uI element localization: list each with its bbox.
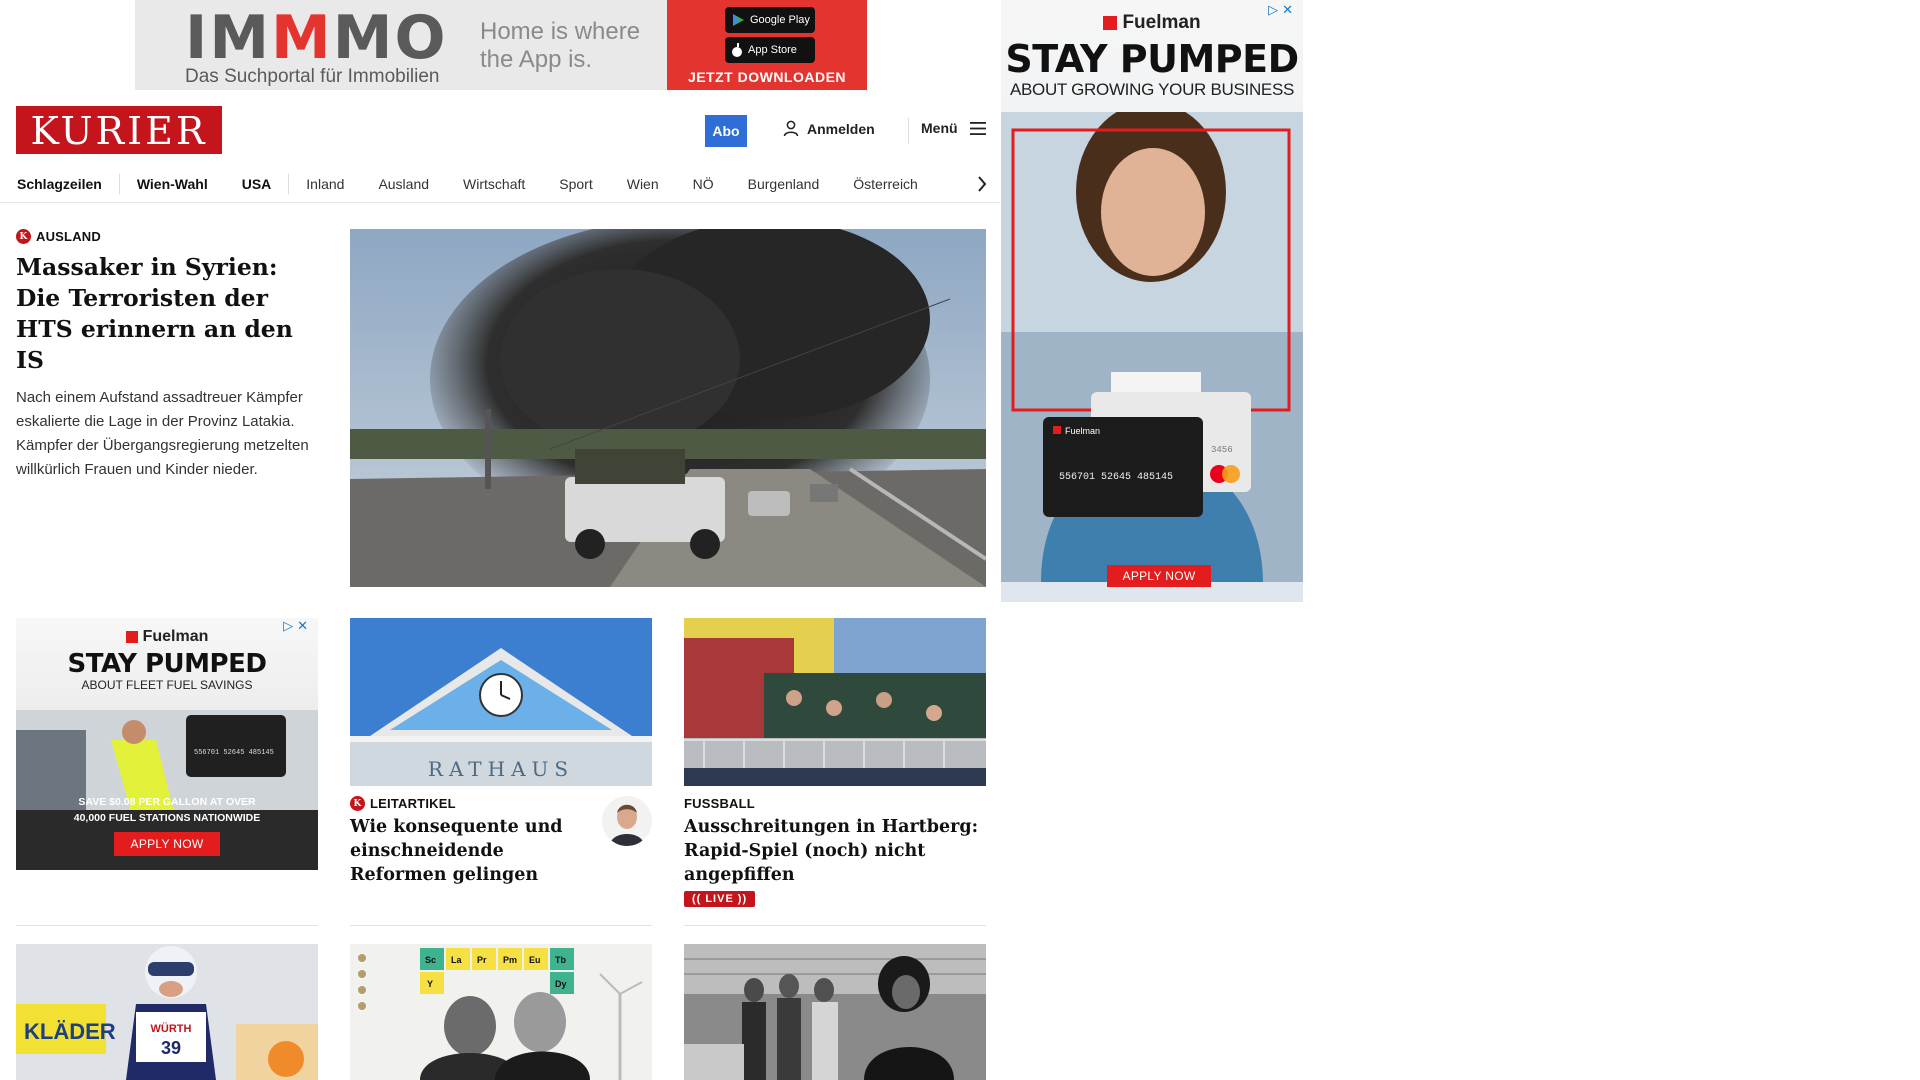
- svg-text:KLÄDER: KLÄDER: [24, 1019, 116, 1044]
- row-divider: [16, 925, 318, 926]
- header-divider: [908, 118, 909, 144]
- ad-subheadline: ABOUT FLEET FUEL SAVINGS: [81, 678, 253, 692]
- apply-now-button[interactable]: APPLY NOW: [114, 832, 220, 856]
- top-banner-ad[interactable]: IMMMO Das Suchportal für Immobilien Home…: [135, 0, 867, 90]
- lead-story-image[interactable]: [350, 229, 986, 587]
- google-play-badge[interactable]: Google Play: [725, 7, 815, 33]
- svg-text:Eu: Eu: [529, 955, 541, 965]
- ad-headline: STAY PUMPED: [67, 649, 267, 679]
- svg-text:Dy: Dy: [555, 979, 567, 989]
- svg-text:WÜRTH: WÜRTH: [151, 1022, 192, 1035]
- ad-offer-text: SAVE $0.08 PER GALLON AT OVER 40,000 FUE…: [73, 796, 261, 824]
- nav-item-burgenland[interactable]: Burgenland: [731, 176, 837, 192]
- live-signal-icon: )): [737, 893, 748, 905]
- svg-text:Fuelman: Fuelman: [1065, 426, 1100, 436]
- nav-item-wirtschaft[interactable]: Wirtschaft: [446, 176, 542, 192]
- svg-text:Tb: Tb: [555, 955, 566, 965]
- fuelman-logo: Fuelman: [1001, 12, 1303, 34]
- kurier-logo[interactable]: KURIER: [16, 106, 222, 154]
- nav-item-schlagzeilen[interactable]: Schlagzeilen: [0, 176, 119, 192]
- row-divider: [350, 925, 652, 926]
- abo-button[interactable]: Abo: [705, 115, 747, 147]
- menu-button[interactable]: Menü: [921, 120, 986, 136]
- nav-item-wien-wahl[interactable]: Wien-Wahl: [120, 176, 225, 192]
- login-button[interactable]: Anmelden: [783, 120, 875, 137]
- apply-now-button[interactable]: APPLY NOW: [1107, 565, 1211, 587]
- vintage-photo-image[interactable]: [684, 944, 986, 1080]
- svg-text:39: 39: [161, 1038, 181, 1058]
- nav-item-noe[interactable]: NÖ: [676, 176, 731, 192]
- ad-headline: STAY PUMPED: [1005, 37, 1299, 81]
- ski-jumper-image[interactable]: KLÄDER WÜRTH 39: [16, 944, 318, 1080]
- live-signal-icon: ((: [692, 893, 702, 905]
- card-headline[interactable]: Ausschreitungen in Hartberg: Rapid-Spiel…: [684, 815, 986, 887]
- menu-label: Menü: [921, 120, 958, 136]
- lead-teaser: Nach einem Aufstand assadtreuer Kämpfer …: [16, 389, 309, 478]
- svg-text:Pm: Pm: [503, 955, 517, 965]
- ad-subheadline: ABOUT GROWING YOUR BUSINESS: [1009, 80, 1295, 99]
- ad-choices-icon[interactable]: ▷✕: [1268, 2, 1297, 18]
- row-divider: [684, 925, 986, 926]
- kurier-plus-icon: K: [350, 796, 365, 811]
- nav-item-wien[interactable]: Wien: [610, 176, 676, 192]
- hamburger-icon: [969, 121, 986, 135]
- login-label: Anmelden: [807, 120, 875, 137]
- lead-kicker: K AUSLAND: [16, 229, 321, 244]
- play-icon: [733, 14, 744, 26]
- stadium-image: [684, 618, 986, 786]
- svg-text:Pr: Pr: [477, 955, 487, 965]
- live-badge: (( LIVE )): [684, 891, 756, 907]
- ad-choices-icon[interactable]: ▷✕: [283, 618, 312, 634]
- immo-cta-panel[interactable]: Google Play App Store JETZT DOWNLOADEN: [667, 0, 867, 90]
- main-navigation: Schlagzeilen Wien-Wahl USA Inland Auslan…: [0, 165, 1000, 203]
- card-kicker: FUSSBALL: [684, 796, 755, 811]
- user-icon: [783, 120, 799, 137]
- download-cta[interactable]: JETZT DOWNLOADEN: [667, 69, 867, 85]
- nav-item-usa[interactable]: USA: [225, 176, 289, 192]
- fuelman-small-ad[interactable]: ▷✕ Fuelman STAY PUMPED ABOUT FLEET FUEL …: [16, 618, 318, 870]
- apple-icon: [732, 43, 742, 57]
- svg-text:La: La: [451, 955, 462, 965]
- kurier-plus-icon: K: [16, 229, 31, 244]
- article-card-leitartikel[interactable]: RATHAUS K LEITARTIKEL Wie konsequente un…: [350, 618, 652, 887]
- nav-scroll-right-button[interactable]: [972, 170, 992, 198]
- fuelman-skyscraper-ad[interactable]: ▷✕ Fuelman STAY PUMPED ABOUT GROWING YOU…: [1001, 0, 1303, 602]
- card-headline[interactable]: Wie konsequente und einschneidende Refor…: [350, 815, 580, 887]
- svg-text:3456: 3456: [1211, 445, 1233, 455]
- svg-text:Sc: Sc: [425, 955, 436, 965]
- rathaus-image: RATHAUS: [350, 618, 652, 786]
- nav-item-inland[interactable]: Inland: [289, 176, 361, 192]
- chevron-right-icon: [978, 176, 987, 192]
- svg-text:Y: Y: [427, 979, 433, 989]
- immo-logo: IMMMO Das Suchportal für Immobilien: [135, 0, 480, 90]
- author-avatar: [602, 796, 652, 846]
- article-card-fussball[interactable]: FUSSBALL Ausschreitungen in Hartberg: Ra…: [684, 618, 986, 907]
- lead-story[interactable]: K AUSLAND Massaker in Syrien: Die Terror…: [16, 229, 321, 482]
- immo-claim: Home is where the App is.: [480, 18, 641, 73]
- ad-model-image: Fuelman 556701 52645 485145 3456: [1001, 112, 1303, 582]
- politics-collage-image[interactable]: Sc La Pr Pm Eu Tb Y Dy: [350, 944, 652, 1080]
- nav-item-oesterreich[interactable]: Österreich: [836, 176, 935, 192]
- svg-text:556701 52645 485145: 556701 52645 485145: [194, 749, 274, 757]
- lead-headline[interactable]: Massaker in Syrien: Die Terroristen der …: [16, 252, 321, 376]
- nav-item-ausland[interactable]: Ausland: [361, 176, 446, 192]
- nav-item-sport[interactable]: Sport: [542, 176, 609, 192]
- immo-subtitle: Das Suchportal für Immobilien: [185, 66, 440, 87]
- svg-text:556701 52645 485145: 556701 52645 485145: [1059, 472, 1173, 483]
- svg-text:RATHAUS: RATHAUS: [428, 757, 574, 781]
- fuelman-logo: Fuelman: [16, 628, 318, 646]
- app-store-badge[interactable]: App Store: [725, 37, 815, 63]
